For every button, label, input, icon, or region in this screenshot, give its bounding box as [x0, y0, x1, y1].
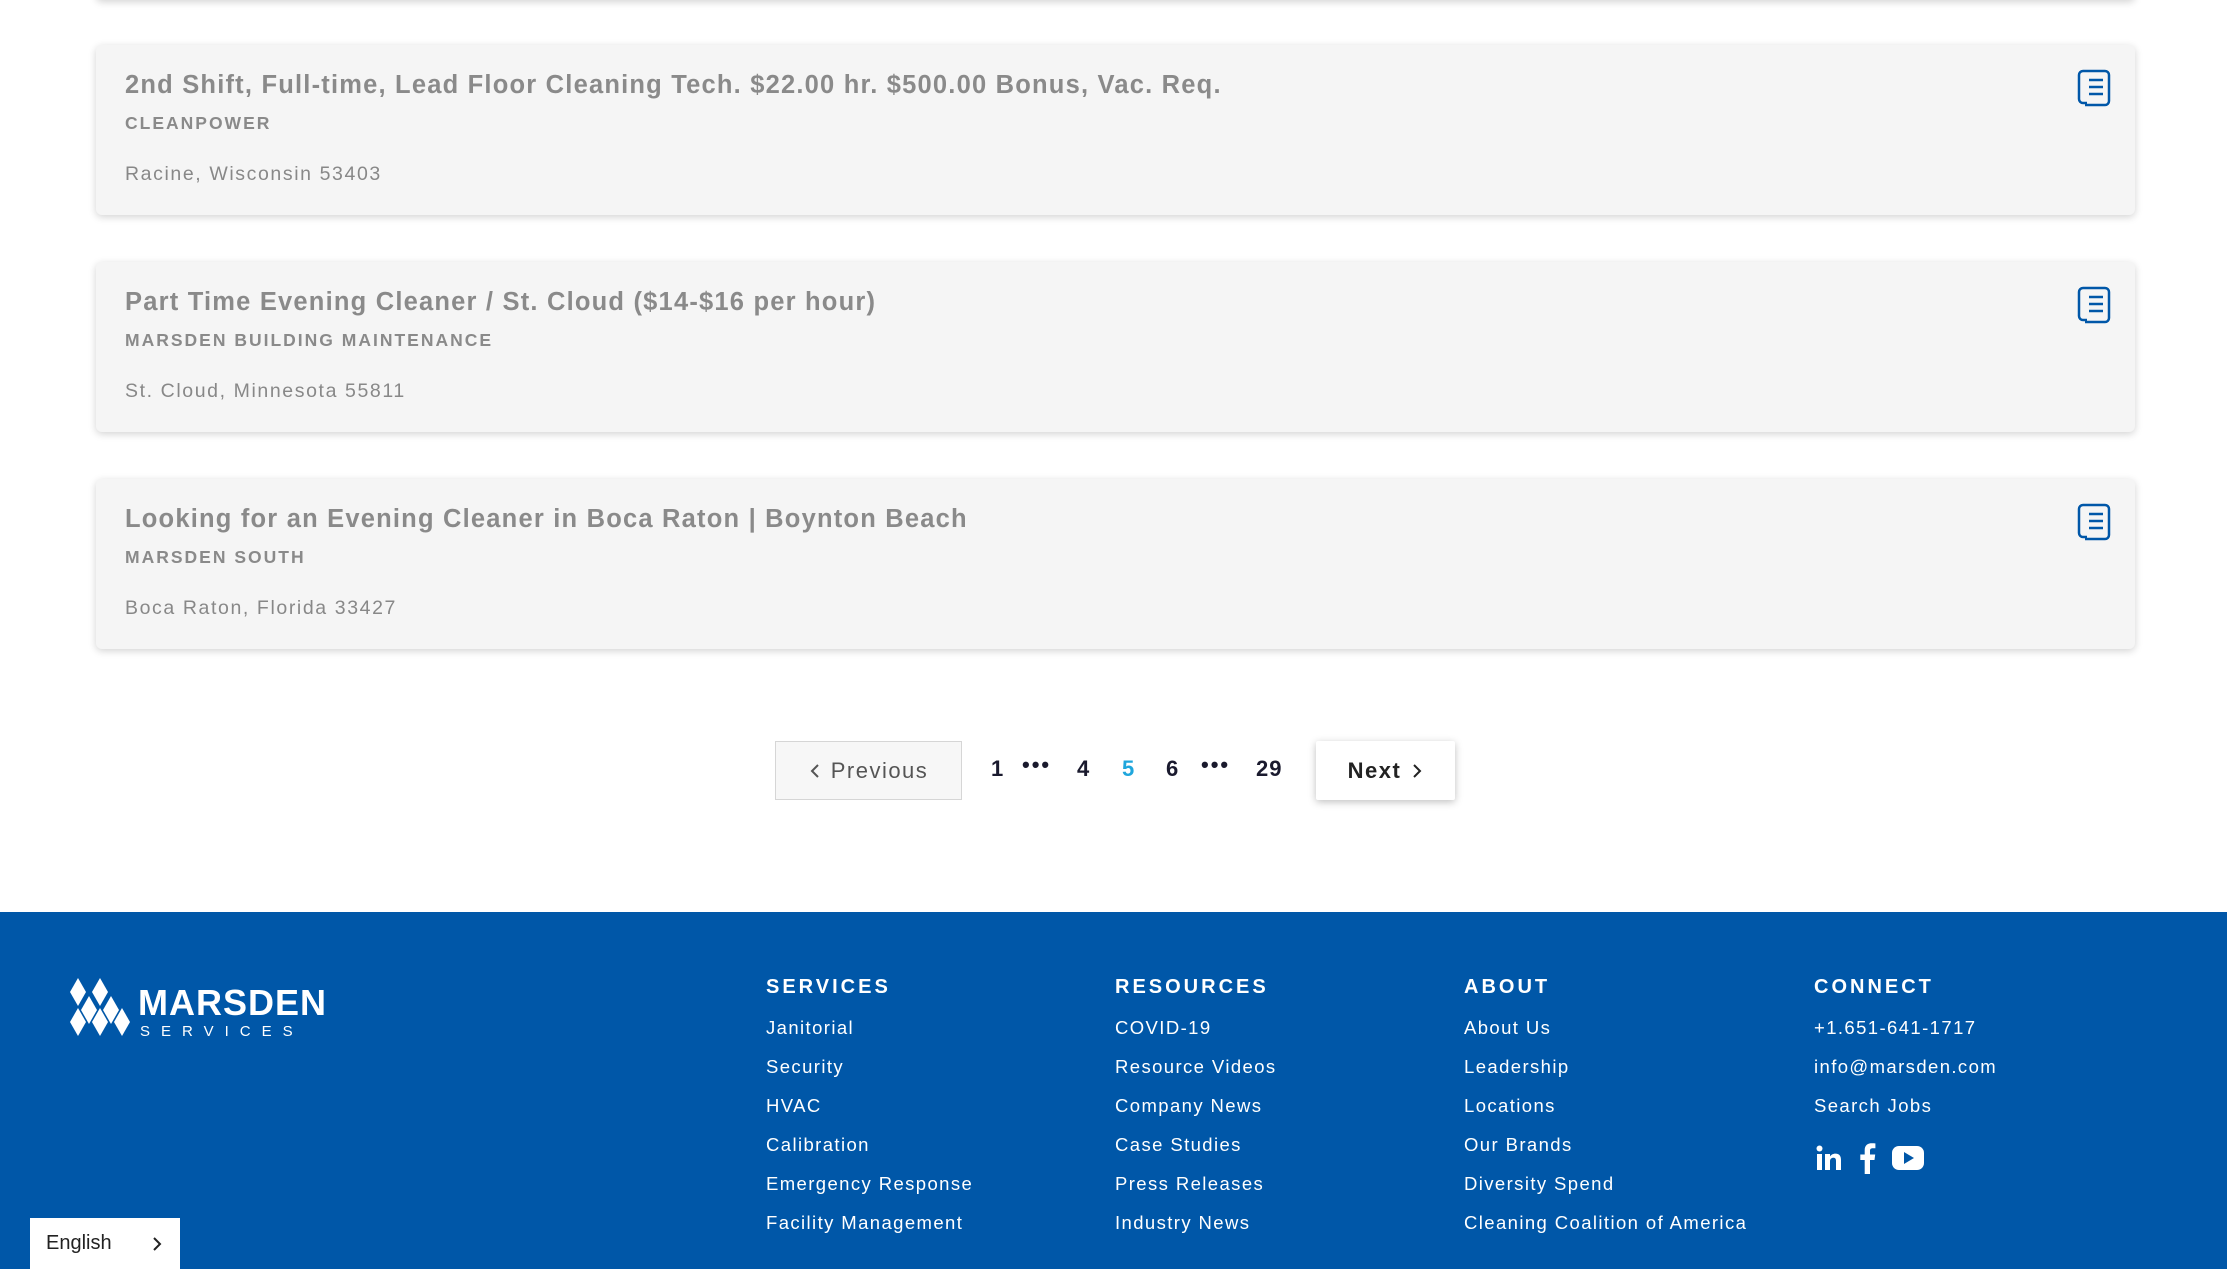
job-title[interactable]: 2nd Shift, Full-time, Lead Floor Cleanin…: [125, 71, 1222, 100]
language-selector[interactable]: English: [30, 1218, 180, 1269]
footer-link-leadership[interactable]: Leadership: [1464, 1053, 1747, 1092]
footer-resources-column: RESOURCES COVID-19 Resource Videos Compa…: [1115, 976, 1277, 1248]
language-selected: English: [46, 1232, 112, 1254]
footer-connect-column: CONNECT +1.651-641-1717 info@marsden.com…: [1814, 976, 1997, 1131]
footer-about-column: ABOUT About Us Leadership Locations Our …: [1464, 976, 1747, 1248]
footer-link-phone[interactable]: +1.651-641-1717: [1814, 1014, 1997, 1053]
job-location: St. Cloud, Minnesota 55811: [125, 380, 406, 402]
document-icon[interactable]: [2075, 499, 2113, 541]
logo-subtitle: SERVICES: [140, 1023, 304, 1040]
page-link-6[interactable]: 6: [1166, 756, 1179, 782]
footer-heading-services: SERVICES: [766, 976, 891, 998]
footer-link-emergency-response[interactable]: Emergency Response: [766, 1170, 973, 1209]
footer-link-industry-news[interactable]: Industry News: [1115, 1209, 1277, 1248]
previous-button[interactable]: Previous: [775, 741, 962, 800]
marsden-logo-mark: [70, 978, 130, 1036]
job-location: Racine, Wisconsin 53403: [125, 163, 382, 185]
job-location: Boca Raton, Florida 33427: [125, 597, 397, 619]
page-link-4[interactable]: 4: [1077, 756, 1090, 782]
footer-link-cleaning-coalition[interactable]: Cleaning Coalition of America: [1464, 1209, 1747, 1248]
footer-link-diversity-spend[interactable]: Diversity Spend: [1464, 1170, 1747, 1209]
chevron-right-icon: [1413, 763, 1422, 778]
footer-link-facility-management[interactable]: Facility Management: [766, 1209, 973, 1248]
pagination-ellipsis: •••: [1022, 752, 1052, 777]
pagination-ellipsis: •••: [1201, 752, 1231, 777]
job-card[interactable]: Looking for an Evening Cleaner in Boca R…: [96, 479, 2135, 649]
footer-heading-connect: CONNECT: [1814, 976, 1934, 998]
footer-link-email[interactable]: info@marsden.com: [1814, 1053, 1997, 1092]
job-company: MARSDEN SOUTH: [125, 547, 306, 567]
linkedin-icon[interactable]: [1815, 1144, 1843, 1172]
site-footer: MARSDEN SERVICES SERVICES Janitorial Sec…: [0, 912, 2227, 1269]
previous-label: Previous: [830, 757, 929, 783]
social-links: [1815, 1142, 1925, 1174]
job-title[interactable]: Part Time Evening Cleaner / St. Cloud ($…: [125, 288, 876, 317]
job-card[interactable]: 2nd Shift, Full-time, Lead Floor Cleanin…: [96, 45, 2135, 215]
footer-link-case-studies[interactable]: Case Studies: [1115, 1131, 1277, 1170]
job-title[interactable]: Looking for an Evening Cleaner in Boca R…: [125, 505, 968, 534]
next-label: Next: [1347, 757, 1402, 783]
footer-link-covid-19[interactable]: COVID-19: [1115, 1014, 1277, 1053]
document-icon[interactable]: [2075, 65, 2113, 107]
job-company: CLEANPOWER: [125, 113, 272, 133]
footer-link-about-us[interactable]: About Us: [1464, 1014, 1747, 1053]
footer-services-column: SERVICES Janitorial Security HVAC Calibr…: [766, 976, 973, 1248]
chevron-left-icon: [810, 763, 819, 778]
page-link-5-current[interactable]: 5: [1122, 756, 1135, 782]
footer-link-locations[interactable]: Locations: [1464, 1092, 1747, 1131]
logo-wordmark: MARSDEN: [138, 982, 328, 1023]
youtube-icon[interactable]: [1891, 1145, 1925, 1171]
job-company: MARSDEN BUILDING MAINTENANCE: [125, 330, 494, 350]
footer-heading-about: ABOUT: [1464, 976, 1551, 998]
footer-heading-resources: RESOURCES: [1115, 976, 1269, 998]
next-button[interactable]: Next: [1316, 741, 1455, 800]
footer-link-our-brands[interactable]: Our Brands: [1464, 1131, 1747, 1170]
footer-link-press-releases[interactable]: Press Releases: [1115, 1170, 1277, 1209]
document-icon[interactable]: [2075, 282, 2113, 324]
footer-link-hvac[interactable]: HVAC: [766, 1092, 973, 1131]
footer-link-company-news[interactable]: Company News: [1115, 1092, 1277, 1131]
footer-link-resource-videos[interactable]: Resource Videos: [1115, 1053, 1277, 1092]
chevron-right-icon: [153, 1237, 162, 1251]
job-card[interactable]: Part Time Evening Cleaner / St. Cloud ($…: [96, 262, 2135, 432]
footer-link-calibration[interactable]: Calibration: [766, 1131, 973, 1170]
footer-link-security[interactable]: Security: [766, 1053, 973, 1092]
footer-link-search-jobs[interactable]: Search Jobs: [1814, 1092, 1997, 1131]
facebook-icon[interactable]: [1857, 1142, 1877, 1174]
footer-link-janitorial[interactable]: Janitorial: [766, 1014, 973, 1053]
page-link-29[interactable]: 29: [1256, 756, 1282, 782]
page-link-1[interactable]: 1: [991, 756, 1004, 782]
